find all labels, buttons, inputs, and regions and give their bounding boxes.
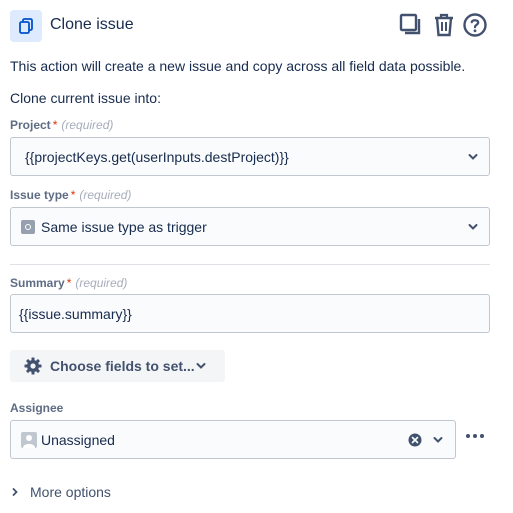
assignee-select[interactable]: Unassigned xyxy=(10,420,456,459)
divider xyxy=(10,264,490,265)
issue-type-select[interactable]: Same issue type as trigger xyxy=(10,207,490,246)
issue-type-label: Issue type * (required) xyxy=(10,188,131,202)
issue-type-icon xyxy=(21,220,35,234)
project-label: Project * (required) xyxy=(10,118,113,132)
clone-target-heading: Clone current issue into: xyxy=(10,90,161,106)
chevron-down-icon xyxy=(468,154,478,160)
required-text: (required) xyxy=(61,118,114,132)
gear-icon xyxy=(24,357,42,375)
avatar xyxy=(21,432,37,448)
panel-title: Clone issue xyxy=(50,16,134,33)
choose-fields-label: Choose fields to set... xyxy=(50,358,195,374)
chevron-right-icon xyxy=(12,488,18,496)
trash-icon[interactable] xyxy=(431,12,457,38)
copy-icon[interactable] xyxy=(398,12,424,38)
project-select[interactable]: {{projectKeys.get(userInputs.destProject… xyxy=(10,137,490,176)
required-mark: * xyxy=(66,276,72,290)
help-icon[interactable] xyxy=(462,12,488,38)
issue-type-label-text: Issue type xyxy=(10,188,69,202)
project-label-text: Project xyxy=(10,118,51,132)
required-mark: * xyxy=(70,188,76,202)
assignee-label: Assignee xyxy=(10,401,64,415)
clone-icon xyxy=(10,10,42,42)
summary-label: Summary * (required) xyxy=(10,276,127,290)
clear-icon[interactable] xyxy=(408,433,422,447)
summary-label-text: Summary xyxy=(10,276,65,290)
chevron-down-icon xyxy=(433,437,443,443)
project-value: {{projectKeys.get(userInputs.destProject… xyxy=(25,149,289,165)
chevron-down-icon xyxy=(196,363,206,369)
more-options-label: More options xyxy=(30,484,111,500)
chevron-down-icon xyxy=(468,224,478,230)
choose-fields-button[interactable]: Choose fields to set... xyxy=(10,350,225,382)
header: Clone issue xyxy=(10,8,505,42)
more-actions-icon[interactable] xyxy=(464,428,488,444)
required-text: (required) xyxy=(75,276,128,290)
issue-type-value: Same issue type as trigger xyxy=(41,219,207,235)
required-mark: * xyxy=(52,118,58,132)
description: This action will create a new issue and … xyxy=(10,58,466,74)
summary-value: {{issue.summary}} xyxy=(19,306,132,322)
required-text: (required) xyxy=(79,188,132,202)
assignee-value: Unassigned xyxy=(41,432,115,448)
summary-input[interactable]: {{issue.summary}} xyxy=(10,294,490,333)
